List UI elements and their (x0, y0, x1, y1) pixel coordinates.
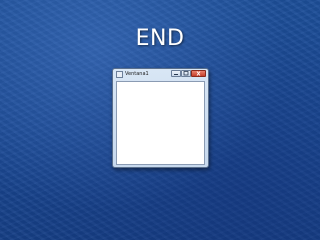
maximize-button[interactable] (181, 70, 191, 77)
minimize-icon (174, 74, 178, 75)
minimize-button[interactable] (171, 70, 181, 77)
close-icon (196, 71, 201, 76)
window-title: Ventana1 (125, 71, 149, 77)
maximize-icon (183, 71, 189, 76)
application-window: Ventana1 (112, 68, 209, 168)
close-button[interactable] (191, 70, 206, 77)
slide-title: END (135, 26, 185, 51)
app-icon (116, 71, 123, 78)
window-client-area[interactable] (116, 81, 205, 165)
window-titlebar[interactable]: Ventana1 (113, 69, 208, 81)
